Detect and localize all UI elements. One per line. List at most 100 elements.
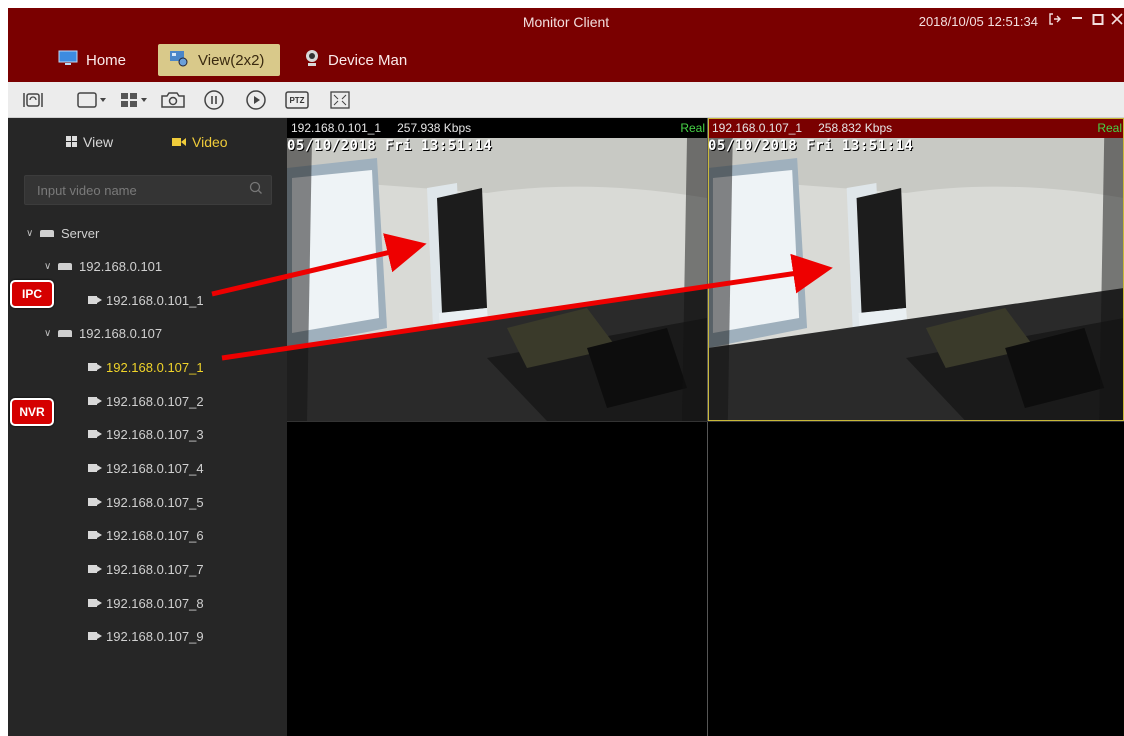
video-timestamp: 05/10/2018 Fri 13:51:14 [287, 138, 493, 154]
video-frame [287, 138, 707, 421]
webcam-icon [304, 49, 320, 71]
camera-icon [88, 464, 102, 472]
tree-channel-label: 192.168.0.107_8 [106, 595, 204, 611]
nav-home[interactable]: Home [48, 44, 136, 76]
pane-channel-name: 192.168.0.107_1 [712, 121, 803, 135]
camera-view-icon [168, 49, 190, 71]
search-input[interactable] [25, 176, 271, 204]
ptz-label: PTZ [289, 95, 305, 105]
pane-status: Real [680, 121, 705, 135]
tree-channel-label: 192.168.0.107_5 [106, 494, 204, 510]
camera-icon [88, 397, 102, 405]
tab-video[interactable]: Video [172, 134, 228, 150]
video-grid: 192.168.0.101_1 257.938 Kbps Real 05/10/… [287, 118, 1124, 736]
pane-bitrate: 257.938 Kbps [397, 121, 472, 135]
camera-icon [88, 632, 102, 640]
device-icon [58, 262, 72, 270]
maximize-icon[interactable] [1092, 12, 1104, 30]
nav-device-label: Device Man [328, 51, 408, 69]
grid-divider-horizontal [287, 421, 1124, 422]
pane-info-bar: 192.168.0.107_1 258.832 Kbps Real [708, 118, 1124, 138]
tree-channel-107-6[interactable]: 192.168.0.107_6 [88, 524, 204, 546]
tree-server-label: Server [61, 225, 100, 241]
tree-channel-label: 192.168.0.101_1 [106, 292, 204, 308]
grid-icon [66, 134, 77, 150]
tree-channel-label: 192.168.0.107_9 [106, 628, 204, 644]
tree-channel-107-4[interactable]: 192.168.0.107_4 [88, 457, 204, 479]
ptz-icon[interactable]: PTZ [284, 90, 310, 110]
pane-info-bar: 192.168.0.101_1 257.938 Kbps Real [287, 118, 707, 138]
tree-channel-label: 192.168.0.107_4 [106, 460, 204, 476]
layout-single-icon[interactable] [76, 90, 108, 110]
nav-view-label: View(2x2) [198, 51, 265, 69]
layout-grid-icon[interactable] [118, 90, 150, 110]
toolbar: PTZ [8, 82, 1124, 118]
tree-channel-107-1[interactable]: 192.168.0.107_1 [88, 356, 204, 378]
nav-device-man[interactable]: Device Man [294, 44, 417, 76]
tree-channel-107-3[interactable]: 192.168.0.107_3 [88, 423, 204, 445]
tab-video-label: Video [192, 134, 228, 150]
search-box [24, 175, 272, 205]
server-icon [40, 229, 54, 237]
tree-device-101-label: 192.168.0.101 [79, 258, 163, 274]
tree-channel-label: 192.168.0.107_2 [106, 393, 204, 409]
tree-channel-101-1[interactable]: 192.168.0.101_1 [88, 289, 204, 311]
nvr-callout: NVR [10, 398, 54, 426]
video-pane-4[interactable] [708, 422, 1124, 736]
video-pane-3[interactable] [287, 422, 707, 736]
camera-icon [88, 430, 102, 438]
tree-channel-label: 192.168.0.107_7 [106, 561, 204, 577]
snapshot-icon[interactable] [158, 90, 188, 110]
tree-channel-107-8[interactable]: 192.168.0.107_8 [88, 592, 204, 614]
camera-feed-image [708, 138, 1124, 421]
close-icon[interactable] [1110, 12, 1124, 30]
camera-icon [88, 531, 102, 539]
chevron-down-icon[interactable]: ∨ [44, 261, 58, 272]
nav-view[interactable]: View(2x2) [158, 44, 280, 76]
video-pane-2[interactable]: 192.168.0.107_1 258.832 Kbps Real 05/10/… [708, 118, 1124, 421]
pane-status: Real [1097, 121, 1122, 135]
grid-divider-vertical [707, 118, 708, 736]
chevron-down-icon[interactable]: ∨ [44, 328, 58, 339]
device-icon [58, 329, 72, 337]
chevron-down-icon[interactable]: ∨ [26, 228, 40, 239]
fullscreen-icon[interactable] [328, 90, 352, 110]
tree-channel-label: 192.168.0.107_3 [106, 426, 204, 442]
title-bar: Monitor Client 2018/10/05 12:51:34 Home … [8, 8, 1124, 82]
camera-icon [88, 296, 102, 304]
video-camera-icon [172, 134, 186, 150]
monitor-icon [58, 50, 78, 70]
camera-icon [88, 498, 102, 506]
tree-channel-107-7[interactable]: 192.168.0.107_7 [88, 558, 204, 580]
search-icon[interactable] [249, 181, 263, 198]
tree-device-107-label: 192.168.0.107 [79, 325, 163, 341]
logout-icon[interactable] [1048, 12, 1062, 30]
camera-icon [88, 565, 102, 573]
video-pane-1[interactable]: 192.168.0.101_1 257.938 Kbps Real 05/10/… [287, 118, 707, 421]
camera-icon [88, 599, 102, 607]
camera-feed-image [287, 138, 707, 421]
minimize-icon[interactable] [1070, 10, 1084, 28]
refresh-icon[interactable] [20, 90, 46, 110]
video-frame [708, 138, 1124, 421]
pane-channel-name: 192.168.0.101_1 [291, 121, 382, 135]
tab-view[interactable]: View [66, 134, 113, 150]
tree-channel-107-9[interactable]: 192.168.0.107_9 [88, 625, 204, 647]
pane-bitrate: 258.832 Kbps [818, 121, 893, 135]
ipc-callout: IPC [10, 280, 54, 308]
monitor-client-window: Monitor Client 2018/10/05 12:51:34 Home … [8, 8, 1124, 736]
tree-device-107[interactable]: ∨ 192.168.0.107 [44, 322, 162, 344]
tree-channel-107-2[interactable]: 192.168.0.107_2 [88, 390, 204, 412]
tree-server[interactable]: ∨ Server [26, 222, 99, 244]
play-icon[interactable] [244, 90, 268, 110]
sidebar: View Video ∨ Server ∨ 192.168.0.101 [8, 118, 287, 736]
nav-home-label: Home [86, 51, 127, 69]
tab-view-label: View [83, 134, 114, 150]
camera-icon [88, 363, 102, 371]
video-timestamp: 05/10/2018 Fri 13:51:14 [708, 138, 914, 154]
tree-channel-107-5[interactable]: 192.168.0.107_5 [88, 491, 204, 513]
tree-channel-label: 192.168.0.107_1 [106, 359, 204, 375]
tree-device-101[interactable]: ∨ 192.168.0.101 [44, 255, 162, 277]
clock: 2018/10/05 12:51:34 [918, 14, 1038, 29]
pause-icon[interactable] [202, 90, 226, 110]
